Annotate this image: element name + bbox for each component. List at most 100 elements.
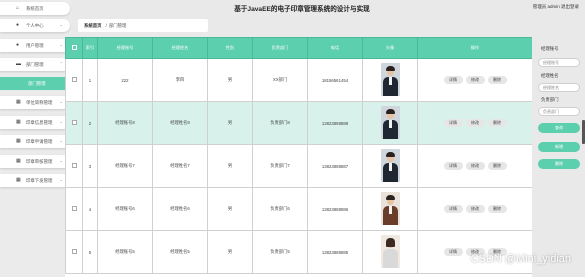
search-panel: 经理账号 经理账号 经理姓名 经理姓名 负责部门 负责部门 查询 新增 删除 [535, 37, 585, 277]
watermark: CSDN @Mini_yidian [470, 253, 571, 265]
sidebar-item-users[interactable]: ● 用户管理 ⌄ [0, 39, 70, 52]
cell-avatar [362, 58, 418, 102]
cell-dept: 负责部门7 [252, 144, 308, 188]
search-button[interactable]: 查询 [538, 123, 580, 133]
delete-button[interactable]: 删除 [487, 205, 507, 213]
dept-label: 负责部门 [541, 97, 559, 102]
row-checkbox[interactable] [65, 187, 83, 231]
chevron-down-icon: ⌄ [59, 138, 63, 143]
detail-button[interactable]: 详情 [443, 205, 463, 213]
dept-search-input[interactable]: 负责部门 [538, 107, 580, 116]
grid-icon: ▦ [16, 177, 21, 183]
column-header: 电话 [307, 37, 363, 59]
cell-phone: 13823888885 [307, 230, 363, 274]
detail-button[interactable]: 详情 [443, 162, 463, 170]
delete-button[interactable]: 删除 [487, 119, 507, 127]
row-checkbox[interactable] [65, 230, 83, 274]
breadcrumb-home[interactable]: 系统首页 [84, 23, 102, 29]
cell-account: 经理账号7 [97, 144, 153, 188]
page-title: 基于JavaEE的电子印章管理系统的设计与实现 [234, 6, 370, 13]
edit-button[interactable]: 修改 [465, 205, 485, 213]
sidebar-item-department[interactable]: ▬ 部门管理 ⌃ [0, 58, 70, 71]
avatar [380, 106, 400, 139]
account-search-input[interactable]: 经理账号 [538, 58, 580, 67]
chevron-down-icon: ⌄ [59, 22, 63, 27]
avatar [380, 63, 400, 96]
cell-phone: 18156561454 [307, 58, 363, 102]
cell-dept: 负责部门6 [252, 187, 308, 231]
sidebar-item-seal-issue[interactable]: ▦ 印章下发管理 ⌄ [0, 174, 70, 187]
cell-actions: 详情 修改 删除 [417, 230, 532, 274]
cell-index: 3 [82, 144, 98, 188]
detail-button[interactable]: 详情 [443, 76, 463, 84]
delete-button[interactable]: 删除 [487, 162, 507, 170]
home-icon: ⌂ [16, 5, 20, 11]
sidebar-item-home[interactable]: ⌂ 系统首页 [0, 2, 70, 15]
cell-dept: 负责部门8 [252, 101, 308, 145]
grid-icon: ▦ [16, 158, 21, 164]
cell-index: 2 [82, 101, 98, 145]
detail-button[interactable]: 详情 [443, 119, 463, 127]
cell-index: 4 [82, 187, 98, 231]
row-checkbox[interactable] [65, 144, 83, 188]
account-label: 经理账号 [541, 46, 559, 51]
data-table-container: 索引 经理账号 经理姓名 性别 负责部门 电话 头像 操作 1 222 李四 男… [65, 37, 532, 277]
edit-button[interactable]: 修改 [465, 119, 485, 127]
cell-avatar [362, 230, 418, 274]
cell-phone: 13823888886 [307, 187, 363, 231]
sidebar-item-unit-abbr[interactable]: ▦ 单位简称管理 ⌄ [0, 96, 70, 109]
avatar [380, 149, 400, 182]
select-all-checkbox[interactable] [65, 37, 83, 59]
grid-icon: ▦ [16, 138, 21, 144]
sidebar-item-seal-review[interactable]: ▦ 印章审核管理 ⌄ [0, 155, 70, 168]
cell-account: 222 [97, 58, 153, 102]
cell-gender: 男 [207, 230, 253, 274]
column-header: 操作 [417, 37, 532, 59]
chevron-down-icon: ⌄ [59, 119, 63, 124]
cell-gender: 男 [207, 144, 253, 188]
avatar [380, 235, 400, 268]
delete-button[interactable]: 删除 [487, 76, 507, 84]
grid-icon: ▦ [16, 99, 21, 105]
users-icon: ● [16, 42, 20, 48]
cell-name: 经理姓名5 [152, 230, 208, 274]
breadcrumb: 系统首页 / 部门管理 [78, 19, 208, 32]
department-icon: ▬ [16, 61, 21, 67]
sidebar-item-seal-apply[interactable]: ▦ 印章申请管理 ⌄ [0, 135, 70, 148]
cell-name: 经理姓名7 [152, 144, 208, 188]
detail-button[interactable]: 详情 [443, 248, 463, 256]
table-header-row: 索引 经理账号 经理姓名 性别 负责部门 电话 头像 操作 [65, 37, 532, 59]
table-row: 5 经理账号5 经理姓名5 男 负责部门5 13823888885 详情 修改 删除 [65, 230, 532, 274]
add-button[interactable]: 新增 [538, 142, 580, 152]
breadcrumb-separator: / [105, 23, 107, 28]
sidebar-item-personal-center[interactable]: ● 个人中心 ⌄ [0, 19, 70, 32]
chevron-down-icon: ⌃ [59, 61, 63, 66]
row-checkbox[interactable] [65, 101, 83, 145]
user-info[interactable]: 管理员 admin 退出登录 [533, 4, 579, 10]
cell-avatar [362, 101, 418, 145]
sidebar-item-seal-info[interactable]: ▦ 印章信息管理 ⌄ [0, 116, 70, 129]
table-row: 3 经理账号7 经理姓名7 男 负责部门7 13823888887 详情 修改 删除 [65, 144, 532, 188]
breadcrumb-current: 部门管理 [108, 22, 127, 28]
cell-name: 经理姓名8 [152, 101, 208, 145]
column-header: 负责部门 [252, 37, 308, 59]
sidebar-subitem-department-manage[interactable]: 部门管理 [0, 77, 70, 90]
name-search-input[interactable]: 经理姓名 [538, 83, 580, 92]
sidebar: ⌂ 系统首页 ● 个人中心 ⌄ ● 用户管理 ⌄ ▬ 部门管理 ⌃ 部门管理 ▦… [0, 0, 72, 277]
chevron-down-icon: ⌄ [59, 42, 63, 47]
table-row: 1 222 李四 男 XX部门 18156561454 详情 修改 删除 [65, 58, 532, 102]
edit-button[interactable]: 修改 [465, 162, 485, 170]
name-label: 经理姓名 [541, 73, 559, 78]
edit-button[interactable]: 修改 [465, 76, 485, 84]
batch-delete-button[interactable]: 删除 [538, 159, 580, 169]
cell-avatar [362, 144, 418, 188]
cell-index: 1 [82, 58, 98, 102]
cell-actions: 详情 修改 删除 [417, 187, 532, 231]
person-icon: ● [16, 22, 20, 28]
row-checkbox[interactable] [65, 58, 83, 102]
cell-index: 5 [82, 230, 98, 274]
column-header: 索引 [82, 37, 98, 59]
chevron-down-icon: ⌄ [59, 177, 63, 182]
cell-account: 经理账号6 [97, 187, 153, 231]
avatar [380, 192, 400, 225]
